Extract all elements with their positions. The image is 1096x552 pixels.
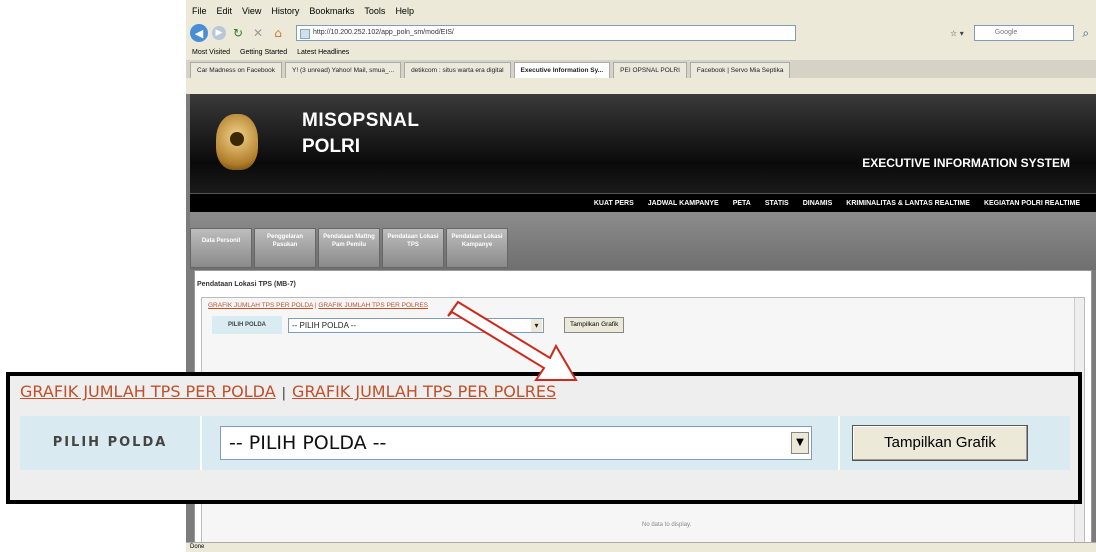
brand-line-2: POLRI: [302, 136, 361, 157]
home-icon[interactable]: ⌂: [270, 25, 286, 41]
polda-select-value: -- PILIH POLDA --: [229, 432, 387, 454]
polda-label: PILIH POLDA: [20, 416, 202, 470]
small-form-row: PILIH POLDA -- PILIH POLDA -- Tampilkan …: [212, 316, 625, 334]
link-separator: |: [281, 386, 287, 401]
tab-penggelaran[interactable]: Penggelaran Pasukan: [254, 228, 316, 268]
show-chart-button[interactable]: Tampilkan Grafik: [852, 425, 1028, 461]
search-input[interactable]: Google: [973, 25, 1074, 41]
small-show-chart-button[interactable]: Tampilkan Grafik: [564, 317, 625, 333]
bookmarks-toolbar: Most Visited Getting Started Latest Head…: [186, 44, 1096, 60]
link-tps-per-polda[interactable]: GRAFIK JUMLAH TPS PER POLDA: [20, 382, 276, 401]
chart-links: GRAFIK JUMLAH TPS PER POLDA | GRAFIK JUMLA…: [20, 382, 556, 401]
search-icon[interactable]: ⌕: [1078, 25, 1094, 41]
polda-select[interactable]: -- PILIH POLDA -- ▼: [220, 426, 812, 460]
page-tabs-area: Data Personil Penggelaran Pasukan Pendat…: [190, 212, 1096, 270]
nav-dinamis[interactable]: DINAMIS: [803, 200, 833, 207]
browser-tab[interactable]: detikcom : situs warta era digital: [404, 62, 511, 78]
bookmark-most-visited[interactable]: Most Visited: [192, 49, 230, 56]
tab-data-personil[interactable]: Data Personil: [190, 228, 252, 268]
menu-file[interactable]: File: [192, 6, 207, 16]
zoom-callout: GRAFIK JUMLAH TPS PER POLDA | GRAFIK JUMLA…: [6, 372, 1082, 504]
browser-tab[interactable]: Y! (3 unread) Yahoo! Mail, smua_...: [285, 62, 402, 78]
browser-tab-active[interactable]: Executive Information Sy...: [513, 62, 611, 78]
screenshot-stage: File Edit View History Bookmarks Tools H…: [0, 0, 1096, 552]
brand-line-1: MISOPSNAL: [302, 110, 420, 131]
no-data-text: No data to display.: [642, 522, 692, 528]
bookmark-latest-headlines[interactable]: Latest Headlines: [297, 49, 349, 56]
small-separator: |: [314, 302, 317, 309]
nav-kriminalitas[interactable]: KRIMINALITAS & LANTAS REALTIME: [846, 200, 970, 207]
small-links: GRAFIK JUMLAH TPS PER POLDA | GRAFIK JUM…: [208, 302, 428, 309]
url-field[interactable]: http://10.200.252.102/app_poln_sm/mod/EI…: [296, 25, 796, 41]
menu-view[interactable]: View: [242, 6, 261, 16]
small-link-polres[interactable]: GRAFIK JUMLAH TPS PER POLRES: [318, 302, 428, 309]
tab-pendataan-kampanye[interactable]: Pendataan Lokasi Kampanye: [446, 228, 508, 268]
nav-jadwal-kampanye[interactable]: JADWAL KAMPANYE: [648, 200, 719, 207]
site-banner: MISOPSNAL POLRI EXECUTIVE INFORMATION SY…: [190, 94, 1096, 194]
bookmark-star-icon[interactable]: ☆ ▾: [950, 29, 964, 38]
reload-icon[interactable]: ↻: [230, 25, 246, 41]
browser-tabbar: Car Madness on Facebook Y! (3 unread) Ya…: [186, 60, 1096, 78]
nav-peta[interactable]: PETA: [733, 200, 751, 207]
link-tps-per-polres[interactable]: GRAFIK JUMLAH TPS PER POLRES: [292, 382, 556, 401]
status-bar: Done: [186, 542, 1096, 552]
browser-tab[interactable]: PEI OPSNAL POLRI: [613, 62, 687, 78]
small-polda-select[interactable]: -- PILIH POLDA --: [288, 317, 544, 333]
site-subtitle: EXECUTIVE INFORMATION SYSTEM: [862, 156, 1070, 170]
stop-icon[interactable]: ✕: [250, 25, 266, 41]
polda-form-row: PILIH POLDA -- PILIH POLDA -- ▼ Tampilka…: [20, 416, 1070, 470]
panel-title: Pendataan Lokasi TPS (MB-7): [197, 281, 296, 288]
tab-pendataan-pam[interactable]: Pendataan Mattng Pam Pemilu: [318, 228, 380, 268]
back-icon[interactable]: ◀: [190, 24, 208, 42]
menu-help[interactable]: Help: [395, 6, 414, 16]
polri-logo: [216, 114, 258, 170]
site-nav: KUAT PERS JADWAL KAMPANYE PETA STATIS DI…: [190, 194, 1096, 212]
forward-icon[interactable]: ▶: [212, 26, 226, 40]
browser-tab[interactable]: Facebook | Servo Mia Septika: [689, 62, 791, 78]
tab-pendataan-tps[interactable]: Pendataan Lokasi TPS: [382, 228, 444, 268]
menu-edit[interactable]: Edit: [217, 6, 233, 16]
browser-menubar: File Edit View History Bookmarks Tools H…: [186, 0, 1096, 22]
nav-kuat-pers[interactable]: KUAT PERS: [594, 200, 634, 207]
small-polda-label: PILIH POLDA: [212, 316, 282, 334]
bookmark-getting-started[interactable]: Getting Started: [240, 49, 287, 56]
menu-tools[interactable]: Tools: [364, 6, 385, 16]
small-link-polda[interactable]: GRAFIK JUMLAH TPS PER POLDA: [208, 302, 313, 309]
page-tabs: Data Personil Penggelaran Pasukan Pendat…: [190, 228, 508, 268]
nav-kegiatan[interactable]: KEGIATAN POLRI REALTIME: [984, 200, 1080, 207]
browser-tab[interactable]: Car Madness on Facebook: [190, 62, 283, 78]
menu-bookmarks[interactable]: Bookmarks: [309, 6, 354, 16]
browser-navbar: ◀ ▶ ↻ ✕ ⌂ http://10.200.252.102/app_poln…: [186, 22, 1096, 44]
nav-statis[interactable]: STATIS: [765, 200, 789, 207]
form-divider: [838, 416, 840, 470]
dropdown-arrow-icon[interactable]: ▼: [791, 432, 809, 454]
menu-history[interactable]: History: [271, 6, 299, 16]
